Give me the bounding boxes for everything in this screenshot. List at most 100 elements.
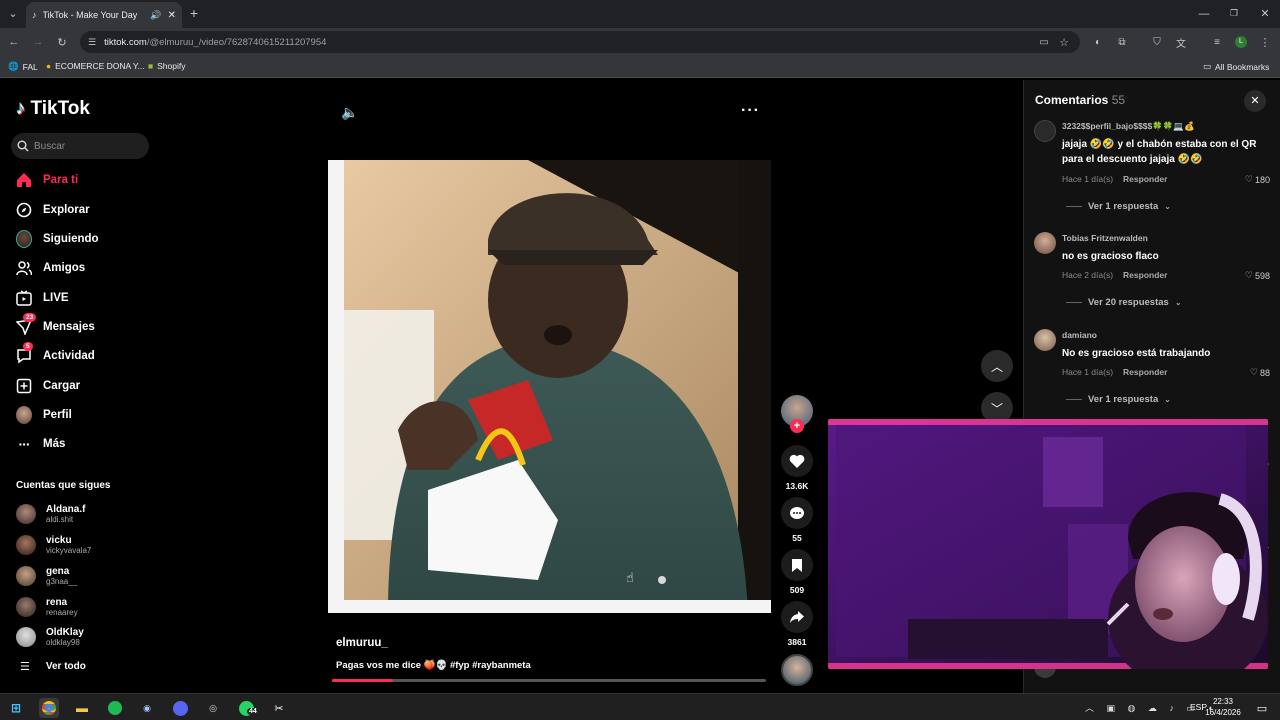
following-account[interactable]: Aldana.f aldi.shit	[16, 504, 85, 524]
obs-icon[interactable]: ◎	[203, 698, 223, 718]
avatar[interactable]	[1034, 120, 1056, 142]
comment-item: 3232$$perfil_bajo$$$$🍀🍀💻💰 jajaja 🤣🤣 y el…	[1034, 120, 1270, 212]
bookmark-star-icon[interactable]: ☆	[1056, 34, 1072, 50]
upload-icon	[16, 378, 32, 394]
avatar	[16, 597, 36, 617]
reply-button[interactable]: Responder	[1123, 270, 1167, 280]
share-button[interactable]	[781, 601, 813, 633]
chrome-app-icon[interactable]	[39, 698, 59, 718]
back-icon[interactable]: ←	[6, 34, 22, 50]
comment-like-button[interactable]: ♡ 180	[1245, 174, 1270, 185]
following-account[interactable]: gena g3naa__	[16, 566, 77, 586]
windows-start-icon[interactable]: ⊞	[6, 698, 26, 718]
steam-icon[interactable]: ◉	[137, 698, 157, 718]
view-replies[interactable]: Ver 20 respuestas ⌄	[1066, 297, 1182, 308]
video-frame-image	[328, 160, 771, 613]
video-author[interactable]: elmuruu_	[336, 637, 388, 649]
notifications-icon[interactable]: ▭	[1252, 698, 1272, 718]
spotify-icon[interactable]	[105, 698, 125, 718]
whatsapp-badge: 44	[247, 708, 259, 715]
bookmark-fal[interactable]: 🌐 FAL	[8, 61, 38, 72]
nav-cargar[interactable]: Cargar	[16, 376, 80, 396]
tab-audio-icon[interactable]: 🔊	[150, 10, 161, 21]
sound-disc-avatar[interactable]	[781, 654, 813, 686]
profile-icon[interactable]: L	[1233, 34, 1249, 50]
following-section-title: Cuentas que sigues	[16, 480, 111, 491]
avatar[interactable]	[1034, 329, 1056, 351]
nav-explorar[interactable]: Explorar	[16, 200, 90, 220]
cast-icon[interactable]: ▭	[1036, 34, 1052, 50]
site-info-icon[interactable]: ☰	[88, 37, 96, 48]
heart-outline-icon: ♡	[1244, 174, 1253, 184]
new-tab-icon[interactable]: +	[186, 5, 202, 21]
comment-username[interactable]: damiano	[1062, 330, 1097, 340]
nav-para-ti[interactable]: Para ti	[16, 170, 78, 190]
chevron-up-icon: ︿	[990, 359, 1003, 374]
window-close-icon[interactable]: ✕	[1257, 5, 1273, 21]
comment-like-button[interactable]: ♡ 598	[1245, 270, 1270, 281]
avatar	[16, 627, 36, 647]
following-account[interactable]: OldKlay oldklay98	[16, 627, 84, 647]
compass-icon	[16, 202, 32, 218]
extension-2-icon[interactable]: ⛉	[1149, 34, 1165, 50]
discord-icon[interactable]	[170, 698, 190, 718]
file-explorer-icon[interactable]: ▬	[72, 698, 92, 718]
whatsapp-icon[interactable]: 44	[236, 698, 259, 718]
avatar	[16, 504, 36, 524]
nav-actividad[interactable]: 5 Actividad	[16, 342, 95, 366]
video-progress-bar[interactable]	[332, 679, 766, 682]
bookmark-ecomerce[interactable]: ● ECOMERCE DONA Y...	[46, 61, 145, 71]
menu-kebab-icon[interactable]: ⋮	[1257, 34, 1273, 50]
following-account[interactable]: vicku vickyvavala7	[16, 535, 91, 555]
translate-icon[interactable]: 文	[1173, 34, 1189, 50]
capcut-icon[interactable]: ✂	[269, 698, 289, 718]
home-icon	[16, 172, 32, 188]
comment-button[interactable]	[781, 497, 813, 529]
comment-username[interactable]: Tobias Fritzenwalden	[1062, 233, 1148, 243]
reply-button[interactable]: Responder	[1123, 367, 1167, 377]
see-all-link[interactable]: ☰ Ver todo	[16, 660, 86, 673]
tab-close-icon[interactable]: ✕	[168, 10, 176, 21]
extension-icon[interactable]: ◐	[1090, 34, 1106, 50]
volume-icon[interactable]: 🔈	[341, 104, 358, 121]
view-replies[interactable]: Ver 1 respuesta ⌄	[1066, 394, 1171, 405]
nav-amigos[interactable]: Amigos	[16, 258, 85, 278]
follow-plus-icon[interactable]: +	[790, 419, 804, 433]
comment-username[interactable]: 3232$$perfil_bajo$$$$🍀🍀💻💰	[1062, 121, 1195, 132]
nav-mas[interactable]: ··· Más	[16, 434, 66, 454]
author-avatar[interactable]: +	[781, 395, 813, 433]
like-button[interactable]	[781, 445, 813, 477]
minimize-icon[interactable]: —	[1196, 6, 1212, 22]
view-replies[interactable]: Ver 1 respuesta ⌄	[1066, 201, 1171, 212]
nav-live[interactable]: LIVE	[16, 288, 69, 308]
prev-video-button[interactable]: ︿	[981, 350, 1013, 382]
nav-siguiendo[interactable]: Siguiendo	[16, 229, 99, 249]
reply-button[interactable]: Responder	[1123, 174, 1167, 184]
nav-mensajes[interactable]: 23 Mensajes	[16, 313, 95, 337]
following-account[interactable]: rena renaarey	[16, 597, 78, 617]
reload-icon[interactable]: ↻	[54, 34, 70, 50]
close-comments-icon[interactable]: ✕	[1244, 90, 1266, 112]
avatar[interactable]	[1034, 232, 1056, 254]
clock[interactable]: 22:33 16/4/2026	[1203, 696, 1243, 718]
save-button[interactable]	[781, 549, 813, 581]
bookmark-shopify[interactable]: ■ Shopify	[148, 61, 186, 71]
comment-like-button[interactable]: ♡ 88	[1250, 367, 1270, 378]
browser-toolbar: ← → ↻ ☰ tiktok.com/@elmuruu_/video/76287…	[0, 28, 1280, 56]
address-bar[interactable]: ☰ tiktok.com/@elmuruu_/video/76287406152…	[80, 31, 1080, 53]
tab-search-icon[interactable]: ⌄	[5, 5, 21, 21]
video-more-icon[interactable]: ···	[741, 102, 760, 120]
forward-icon[interactable]: →	[30, 34, 46, 50]
tiktok-logo[interactable]: ♪ TikTok	[16, 98, 90, 120]
extensions-puzzle-icon[interactable]: ⧉	[1114, 34, 1130, 50]
search-input[interactable]: Buscar	[11, 133, 149, 159]
media-icon[interactable]: ≡	[1209, 34, 1225, 50]
all-bookmarks[interactable]: ▭ All Bookmarks	[1203, 61, 1269, 72]
comment-item: damiano No es gracioso está trabajando H…	[1034, 329, 1270, 409]
comment-time: Hace 1 día(s)	[1062, 174, 1114, 184]
restore-icon[interactable]: ❐	[1226, 5, 1242, 21]
video-player[interactable]: ☝	[328, 160, 771, 613]
heart-outline-icon: ♡	[1249, 367, 1258, 377]
nav-perfil[interactable]: Perfil	[16, 405, 72, 425]
tab-tiktok[interactable]: ♪ TikTok - Make Your Day 🔊 ✕	[26, 2, 182, 28]
